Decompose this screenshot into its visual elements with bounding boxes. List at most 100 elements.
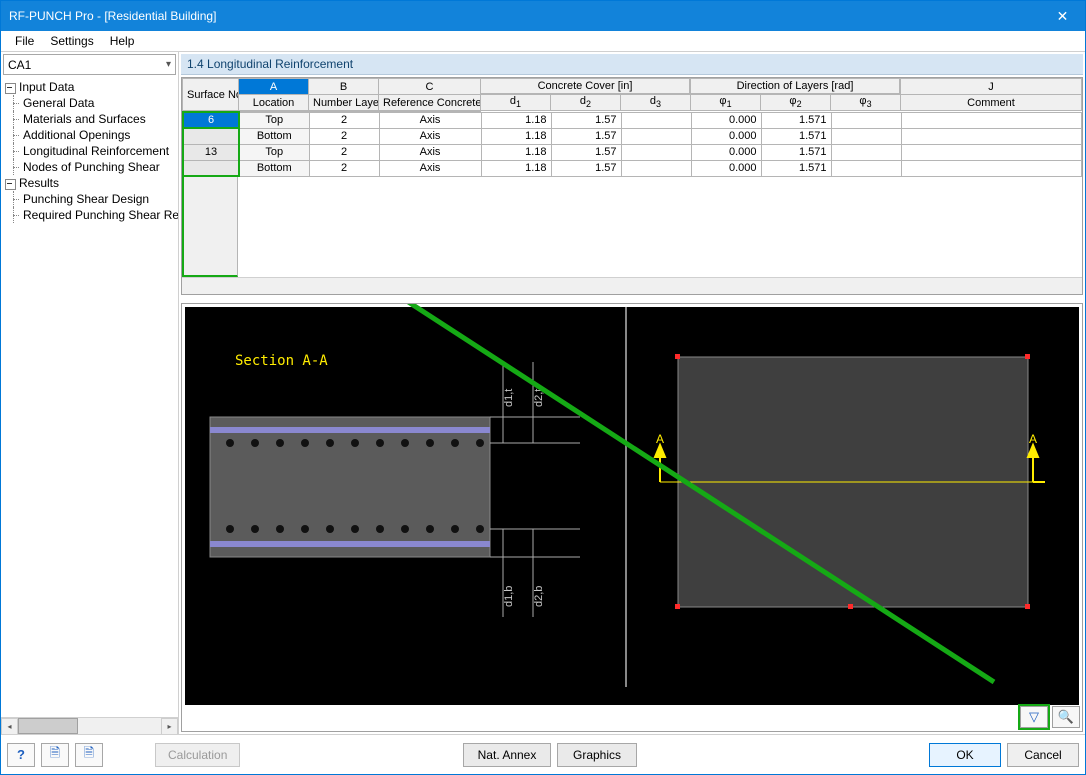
zoom-extents-button[interactable]: 🔍 <box>1052 706 1080 728</box>
cell-layers[interactable]: 2 <box>309 128 379 144</box>
cell-d2[interactable]: 1.57 <box>551 112 621 128</box>
cell-d3[interactable] <box>621 144 691 160</box>
cell-ref[interactable]: Axis <box>379 144 481 160</box>
hdr-d3[interactable]: d3 <box>621 95 691 111</box>
col-J[interactable]: J <box>901 79 1082 95</box>
cell-d1[interactable]: 1.18 <box>481 128 551 144</box>
grid-hscroll[interactable] <box>182 277 1082 294</box>
cancel-button[interactable]: Cancel <box>1007 743 1079 767</box>
nav-longitudinal[interactable]: Longitudinal Reinforcement <box>5 143 174 159</box>
hdr-p3[interactable]: φ3 <box>831 95 901 111</box>
table-row[interactable]: Bottom2Axis1.181.57 0.0001.571 <box>183 128 1082 144</box>
cell-surface[interactable]: 6 <box>183 112 239 128</box>
cell-p2[interactable]: 1.571 <box>761 112 831 128</box>
case-dropdown[interactable]: CA1 ▾ <box>3 54 176 75</box>
cell-d3[interactable] <box>621 112 691 128</box>
hdr-p2[interactable]: φ2 <box>761 95 831 111</box>
cell-d1[interactable]: 1.18 <box>481 144 551 160</box>
cell-p1[interactable]: 0.000 <box>691 112 761 128</box>
calculation-button[interactable]: Calculation <box>155 743 240 767</box>
cell-d2[interactable]: 1.57 <box>551 144 621 160</box>
nav-nodes[interactable]: Nodes of Punching Shear <box>5 159 174 175</box>
viewport-canvas[interactable]: Section A-A <box>185 307 1079 705</box>
ok-button[interactable]: OK <box>929 743 1001 767</box>
cell-surface[interactable] <box>183 160 239 176</box>
hdr-d1[interactable]: d1 <box>481 95 551 111</box>
hdr-p1[interactable]: φ1 <box>691 95 761 111</box>
graphics-button[interactable]: Graphics <box>557 743 637 767</box>
cell-d2[interactable]: 1.57 <box>551 128 621 144</box>
cell-p1[interactable]: 0.000 <box>691 144 761 160</box>
cell-layers[interactable]: 2 <box>309 144 379 160</box>
cell-d1[interactable]: 1.18 <box>481 160 551 176</box>
col-B[interactable]: B <box>309 79 379 95</box>
cell-p2[interactable]: 1.571 <box>761 160 831 176</box>
cell-location[interactable]: Bottom <box>239 160 309 176</box>
cell-p3[interactable] <box>831 128 901 144</box>
cell-p2[interactable]: 1.571 <box>761 144 831 160</box>
cell-surface[interactable]: 13 <box>183 144 239 160</box>
nav-required-reinf[interactable]: Required Punching Shear Reinf <box>5 207 174 223</box>
export-button-2[interactable]: 🗎 <box>75 743 103 767</box>
hdr-surface-no[interactable]: Surface No. <box>183 79 239 111</box>
export-button-1[interactable]: 🗎 <box>41 743 69 767</box>
tree-input-header[interactable]: Input Data <box>5 79 174 95</box>
scroll-track[interactable] <box>18 718 161 734</box>
table-row[interactable]: 6Top2Axis1.181.57 0.0001.571 <box>183 112 1082 128</box>
cell-d3[interactable] <box>621 128 691 144</box>
scroll-thumb[interactable] <box>18 718 78 734</box>
cell-p3[interactable] <box>831 144 901 160</box>
cell-p2[interactable]: 1.571 <box>761 128 831 144</box>
cell-d3[interactable] <box>621 160 691 176</box>
menu-file[interactable]: File <box>7 32 42 50</box>
cell-location[interactable]: Top <box>239 112 309 128</box>
nav-general-data[interactable]: General Data <box>5 95 174 111</box>
cell-d1[interactable]: 1.18 <box>481 112 551 128</box>
cell-location[interactable]: Top <box>239 144 309 160</box>
help-button[interactable]: ? <box>7 743 35 767</box>
cell-comment[interactable] <box>901 160 1082 176</box>
hdr-location[interactable]: Location <box>239 95 309 111</box>
col-C[interactable]: C <box>379 79 481 95</box>
help-icon: ? <box>17 747 25 762</box>
scroll-right-icon[interactable]: ▸ <box>161 718 178 734</box>
case-value: CA1 <box>8 58 31 72</box>
hdr-d2[interactable]: d2 <box>551 95 621 111</box>
doc-icon-2: 🗎 <box>84 744 94 766</box>
menu-help[interactable]: Help <box>102 32 143 50</box>
cell-ref[interactable]: Axis <box>379 128 481 144</box>
nav-materials[interactable]: Materials and Surfaces <box>5 111 174 127</box>
nat-annex-button[interactable]: Nat. Annex <box>463 743 551 767</box>
cell-d2[interactable]: 1.57 <box>551 160 621 176</box>
menu-settings[interactable]: Settings <box>42 32 101 50</box>
cell-comment[interactable] <box>901 112 1082 128</box>
col-A[interactable]: A <box>239 79 309 95</box>
nav-openings[interactable]: Additional Openings <box>5 127 174 143</box>
nav-punching-design[interactable]: Punching Shear Design <box>5 191 174 207</box>
hdr-refcover[interactable]: Reference Concrete Cover <box>379 95 481 111</box>
scroll-left-icon[interactable]: ◂ <box>1 718 18 734</box>
cell-p3[interactable] <box>831 112 901 128</box>
table-row[interactable]: 13Top2Axis1.181.57 0.0001.571 <box>183 144 1082 160</box>
section-header: 1.4 Longitudinal Reinforcement <box>181 54 1083 75</box>
cell-p3[interactable] <box>831 160 901 176</box>
cell-layers[interactable]: 2 <box>309 160 379 176</box>
cell-p1[interactable]: 0.000 <box>691 128 761 144</box>
cell-ref[interactable]: Axis <box>379 112 481 128</box>
nav-panel: CA1 ▾ Input Data General Data Materials … <box>1 52 179 734</box>
cell-ref[interactable]: Axis <box>379 160 481 176</box>
close-button[interactable]: ✕ <box>1040 1 1085 31</box>
tree-results-header[interactable]: Results <box>5 175 174 191</box>
nav-hscroll[interactable]: ◂ ▸ <box>1 717 178 734</box>
cell-surface[interactable] <box>183 128 239 144</box>
cell-comment[interactable] <box>901 128 1082 144</box>
cell-comment[interactable] <box>901 144 1082 160</box>
cell-layers[interactable]: 2 <box>309 112 379 128</box>
hdr-layers[interactable]: Number Layers <box>309 95 379 111</box>
hdr-comment[interactable]: Comment <box>901 95 1082 111</box>
filter-button[interactable]: ▽ <box>1020 706 1048 728</box>
cell-location[interactable]: Bottom <box>239 128 309 144</box>
table-row[interactable]: Bottom2Axis1.181.57 0.0001.571 <box>183 160 1082 176</box>
grid-body[interactable]: 6Top2Axis1.181.570.0001.571Bottom2Axis1.… <box>182 111 1082 177</box>
cell-p1[interactable]: 0.000 <box>691 160 761 176</box>
